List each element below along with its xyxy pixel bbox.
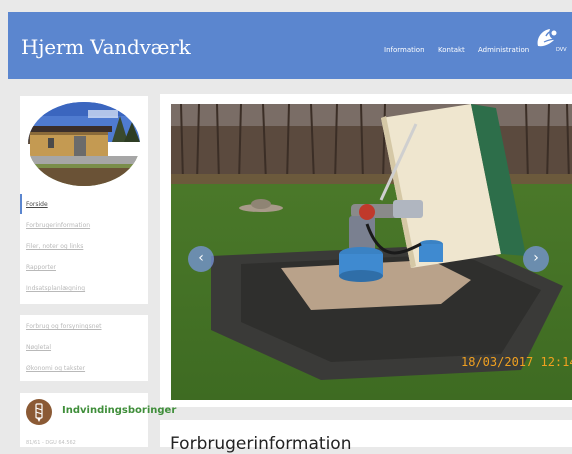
nav-information[interactable]: Information bbox=[384, 46, 425, 54]
slide-timestamp: 18/03/2017 12:14 bbox=[461, 355, 572, 369]
waterworks-building-photo bbox=[28, 102, 140, 186]
section-title: Forbrugerinformation bbox=[170, 434, 352, 454]
sidebar-item-noegletal[interactable]: Nøgletal bbox=[26, 344, 51, 351]
sidebar-item-forbrugerinformation[interactable]: Forbrugerinformation bbox=[26, 222, 90, 229]
sidebar-menu-secondary: Forbrug og forsyningsnet Nøgletal Økonom… bbox=[20, 315, 148, 381]
waterworks-photo-card bbox=[20, 96, 148, 192]
sidebar-item-indsatsplanlaegning[interactable]: Indsatsplanlægning bbox=[26, 285, 85, 292]
nav-kontakt[interactable]: Kontakt bbox=[438, 46, 465, 54]
dvv-logo-text: DVV bbox=[556, 47, 567, 53]
slider-image: 18/03/2017 12:14 bbox=[171, 104, 572, 400]
drill-icon bbox=[26, 399, 52, 425]
sidebar-item-filer[interactable]: Filer, noter og links bbox=[26, 243, 83, 250]
sidebar-item-forbrug[interactable]: Forbrug og forsyningsnet bbox=[26, 323, 102, 330]
boringer-card[interactable]: Indvindingsboringer 81/61 - DGU 64.562 bbox=[20, 393, 176, 447]
sidebar-item-forside[interactable]: Forside bbox=[26, 201, 48, 208]
nav-administration[interactable]: Administration bbox=[478, 46, 529, 54]
sidebar-menu-main: Forside Forbrugerinformation Filer, note… bbox=[20, 192, 148, 304]
active-indicator bbox=[20, 194, 22, 214]
slider-prev-button[interactable]: ‹ bbox=[188, 246, 214, 272]
sidebar-item-rapporter[interactable]: Rapporter bbox=[26, 264, 56, 271]
boringer-subtitle: 81/61 - DGU 64.562 bbox=[26, 440, 76, 446]
image-slider: 18/03/2017 12:14 bbox=[160, 94, 572, 407]
site-header: Hjerm Vandværk Information Kontakt Admin… bbox=[8, 12, 572, 79]
info-section-card: Forbrugerinformation bbox=[160, 420, 572, 454]
site-title[interactable]: Hjerm Vandværk bbox=[21, 35, 191, 59]
sidebar-item-oekonomi[interactable]: Økonomi og takster bbox=[26, 365, 85, 372]
slider-next-button[interactable]: › bbox=[523, 246, 549, 272]
